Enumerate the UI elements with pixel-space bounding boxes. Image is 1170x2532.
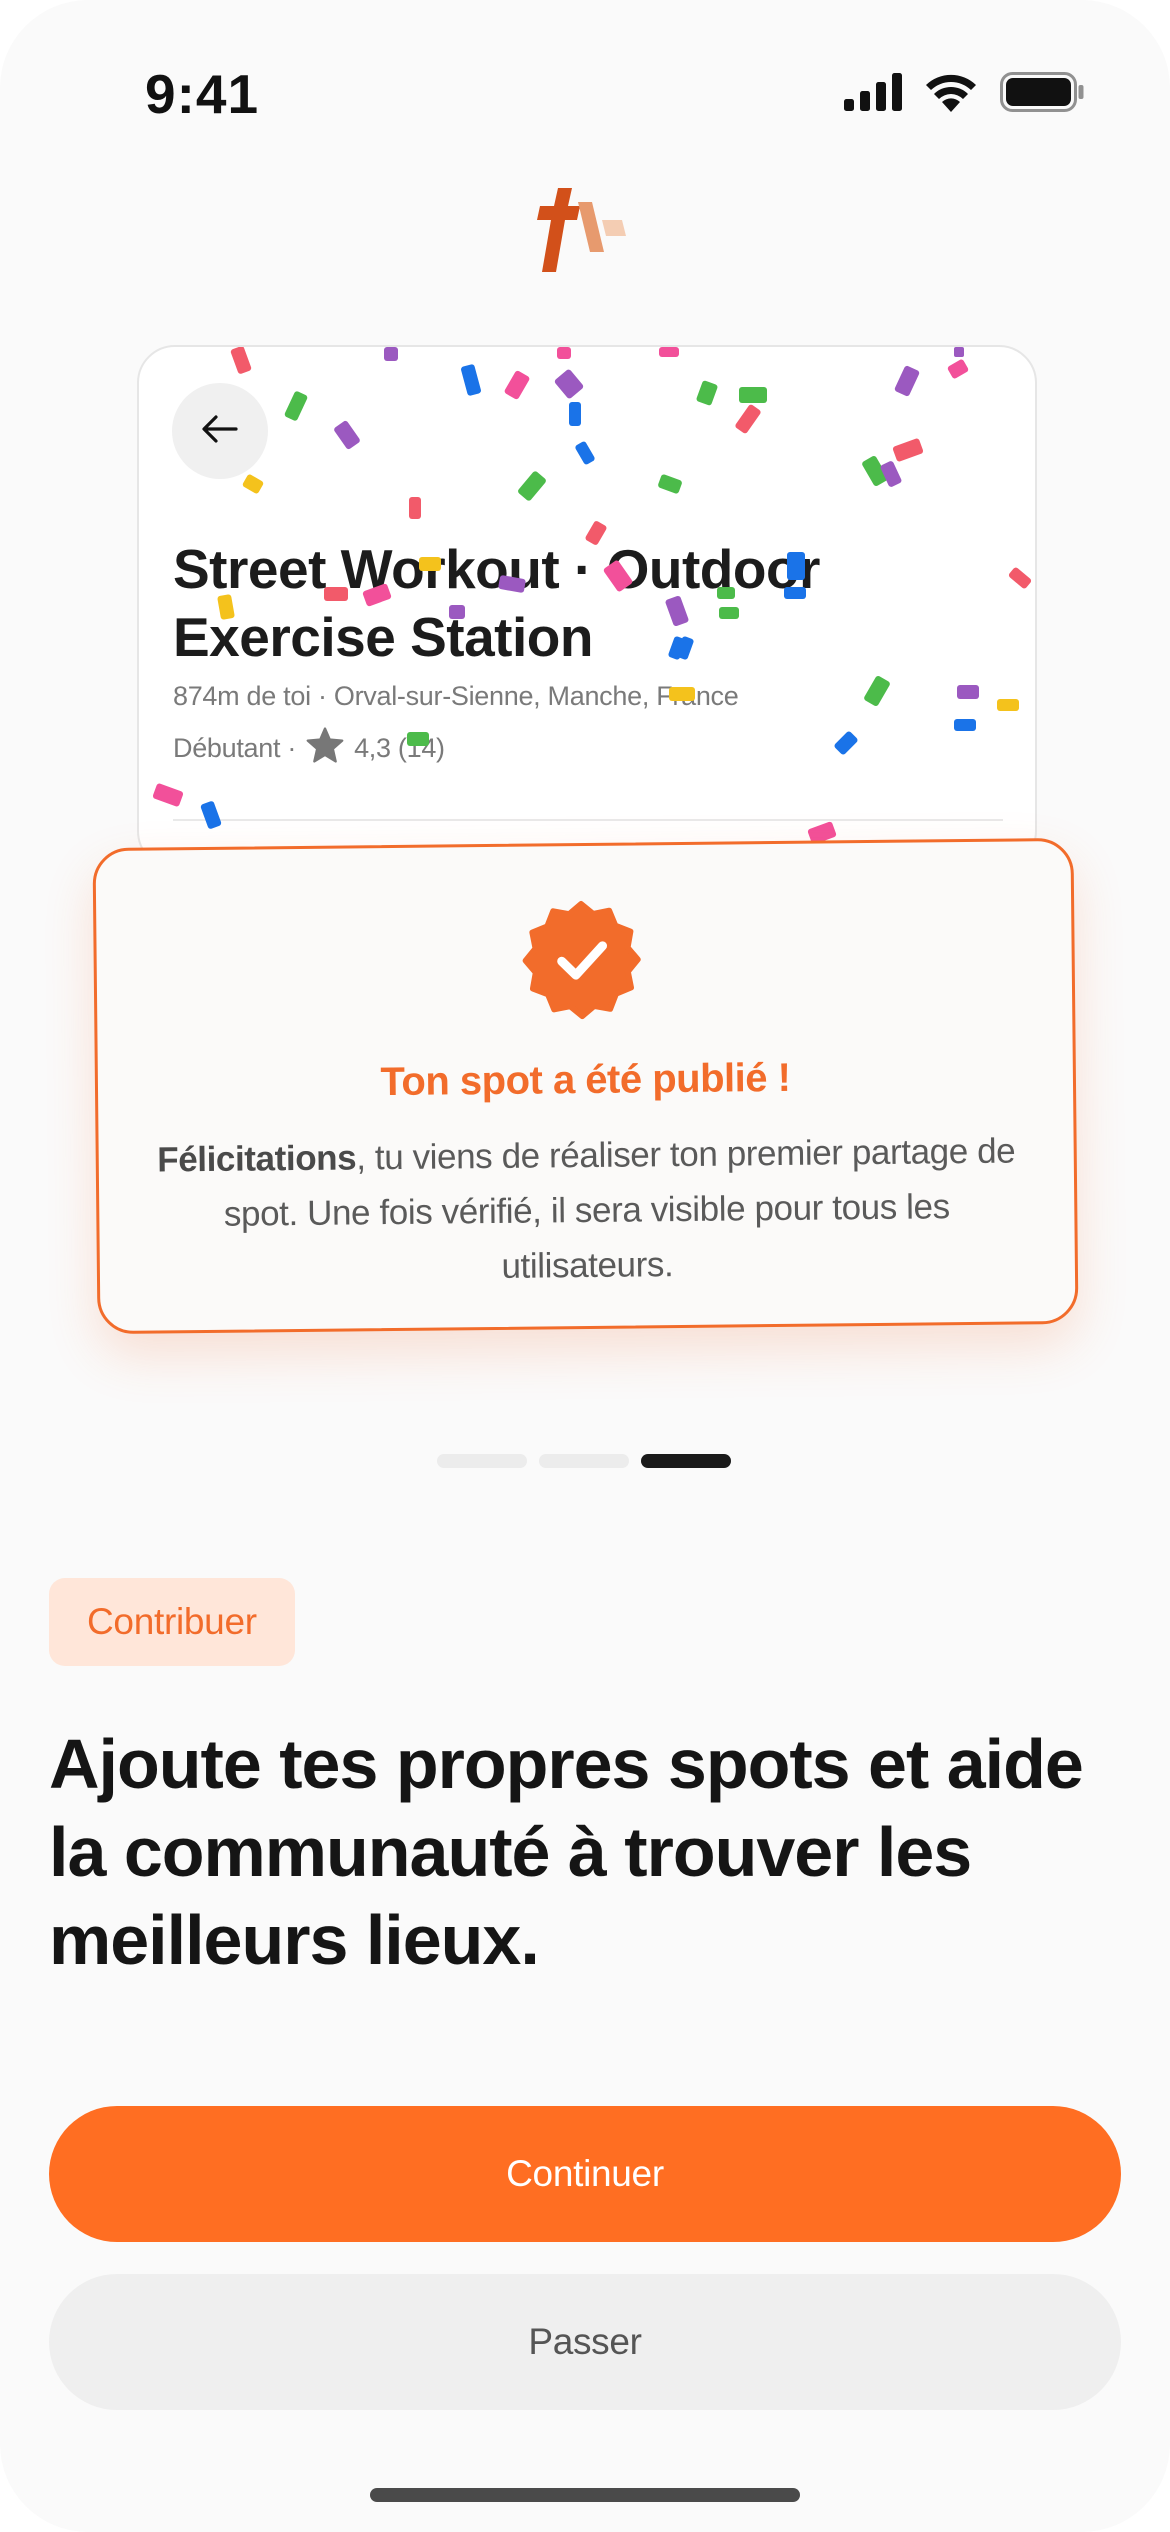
wifi-icon bbox=[924, 72, 978, 117]
spot-rating: 4,3 (14) bbox=[354, 733, 445, 763]
status-time: 9:41 bbox=[145, 63, 260, 125]
star-icon bbox=[306, 727, 344, 770]
published-title: Ton spot a été publié ! bbox=[380, 1055, 791, 1105]
spot-location: 874m de toi · Orval-sur-Sienne, Manche, … bbox=[173, 681, 739, 711]
published-confirmation-card: Ton spot a été publié ! Félicitations, t… bbox=[92, 837, 1079, 1335]
spot-level: Débutant · bbox=[173, 733, 297, 763]
spot-level-rating: Débutant · 4,3 (14) bbox=[173, 727, 445, 770]
page-dot-3-active bbox=[641, 1454, 731, 1468]
onboarding-headline: Ajoute tes propres spots et aide la comm… bbox=[49, 1725, 1084, 1979]
app-logo bbox=[520, 180, 650, 280]
phone-screen: 9:41 Street Workout · Outdoor Exercise S… bbox=[0, 0, 1170, 2532]
page-dot-2 bbox=[539, 1454, 629, 1468]
continue-button[interactable]: Continuer bbox=[49, 2106, 1121, 2242]
battery-icon bbox=[1000, 72, 1084, 117]
spot-preview-card: Street Workout · Outdoor Exercise Statio… bbox=[137, 345, 1037, 869]
page-indicator bbox=[437, 1454, 731, 1468]
arrow-left-icon bbox=[202, 414, 238, 448]
home-indicator[interactable] bbox=[370, 2488, 800, 2502]
published-message-bold: Félicitations bbox=[157, 1138, 357, 1180]
status-icons bbox=[844, 72, 1084, 117]
section-badge: Contribuer bbox=[49, 1578, 295, 1666]
back-button[interactable] bbox=[172, 383, 268, 479]
spot-title: Street Workout · Outdoor Exercise Statio… bbox=[173, 538, 820, 668]
check-badge-icon bbox=[521, 899, 642, 1020]
page-dot-1 bbox=[437, 1454, 527, 1468]
signal-icon bbox=[844, 73, 902, 116]
divider bbox=[173, 819, 1003, 821]
skip-button[interactable]: Passer bbox=[49, 2274, 1121, 2410]
published-message: Félicitations, tu viens de réaliser ton … bbox=[138, 1123, 1035, 1297]
status-bar: 9:41 bbox=[0, 0, 1170, 170]
